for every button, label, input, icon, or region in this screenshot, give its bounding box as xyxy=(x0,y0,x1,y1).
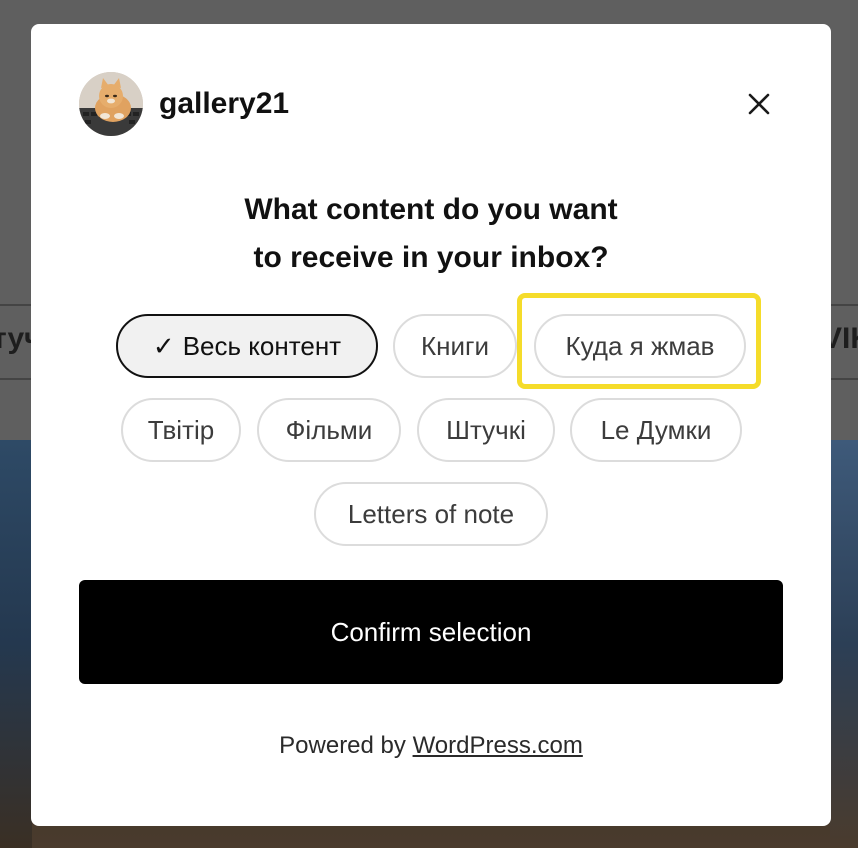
confirm-selection-button[interactable]: Confirm selection xyxy=(79,580,783,684)
category-chip-le-dumky[interactable]: Le Думки xyxy=(570,398,742,462)
category-chip-letters-of-note[interactable]: Letters of note xyxy=(314,482,548,546)
heading-line: to receive in your inbox? xyxy=(253,241,609,274)
subscription-modal: gallery21 What content do you want to re… xyxy=(31,24,831,826)
chip-label: Твітір xyxy=(147,414,215,445)
chip-label: Весь контент xyxy=(182,330,342,361)
chip-label: Штучкі xyxy=(446,414,526,445)
powered-by: Powered by WordPress.com xyxy=(31,732,831,760)
background-image-left xyxy=(0,440,32,848)
category-chip-twitter[interactable]: Твітір xyxy=(121,398,241,462)
cat-avatar-icon xyxy=(79,72,143,136)
site-name: gallery21 xyxy=(159,87,290,120)
checkmark-icon: ✓ xyxy=(152,330,175,361)
chip-label: Letters of note xyxy=(347,498,515,529)
powered-by-prefix: Powered by xyxy=(279,732,413,759)
heading-line: What content do you want xyxy=(244,193,618,226)
background-image-right xyxy=(830,440,858,848)
modal-heading: What content do you want to receive in y… xyxy=(31,186,831,282)
chip-label: Le Думки xyxy=(600,414,712,445)
site-avatar xyxy=(79,72,143,136)
close-button[interactable] xyxy=(743,88,775,120)
highlight-box xyxy=(517,293,761,389)
chip-label: Книги xyxy=(420,330,490,361)
category-chip-books[interactable]: Книги xyxy=(393,314,517,378)
wordpress-link[interactable]: WordPress.com xyxy=(413,732,583,759)
category-chip-films[interactable]: Фільми xyxy=(257,398,401,462)
category-chip-all-content[interactable]: ✓ Весь контент xyxy=(116,314,378,378)
close-icon xyxy=(748,93,770,115)
category-chip-shtuchki[interactable]: Штучкі xyxy=(417,398,555,462)
chip-label: Фільми xyxy=(285,414,373,445)
